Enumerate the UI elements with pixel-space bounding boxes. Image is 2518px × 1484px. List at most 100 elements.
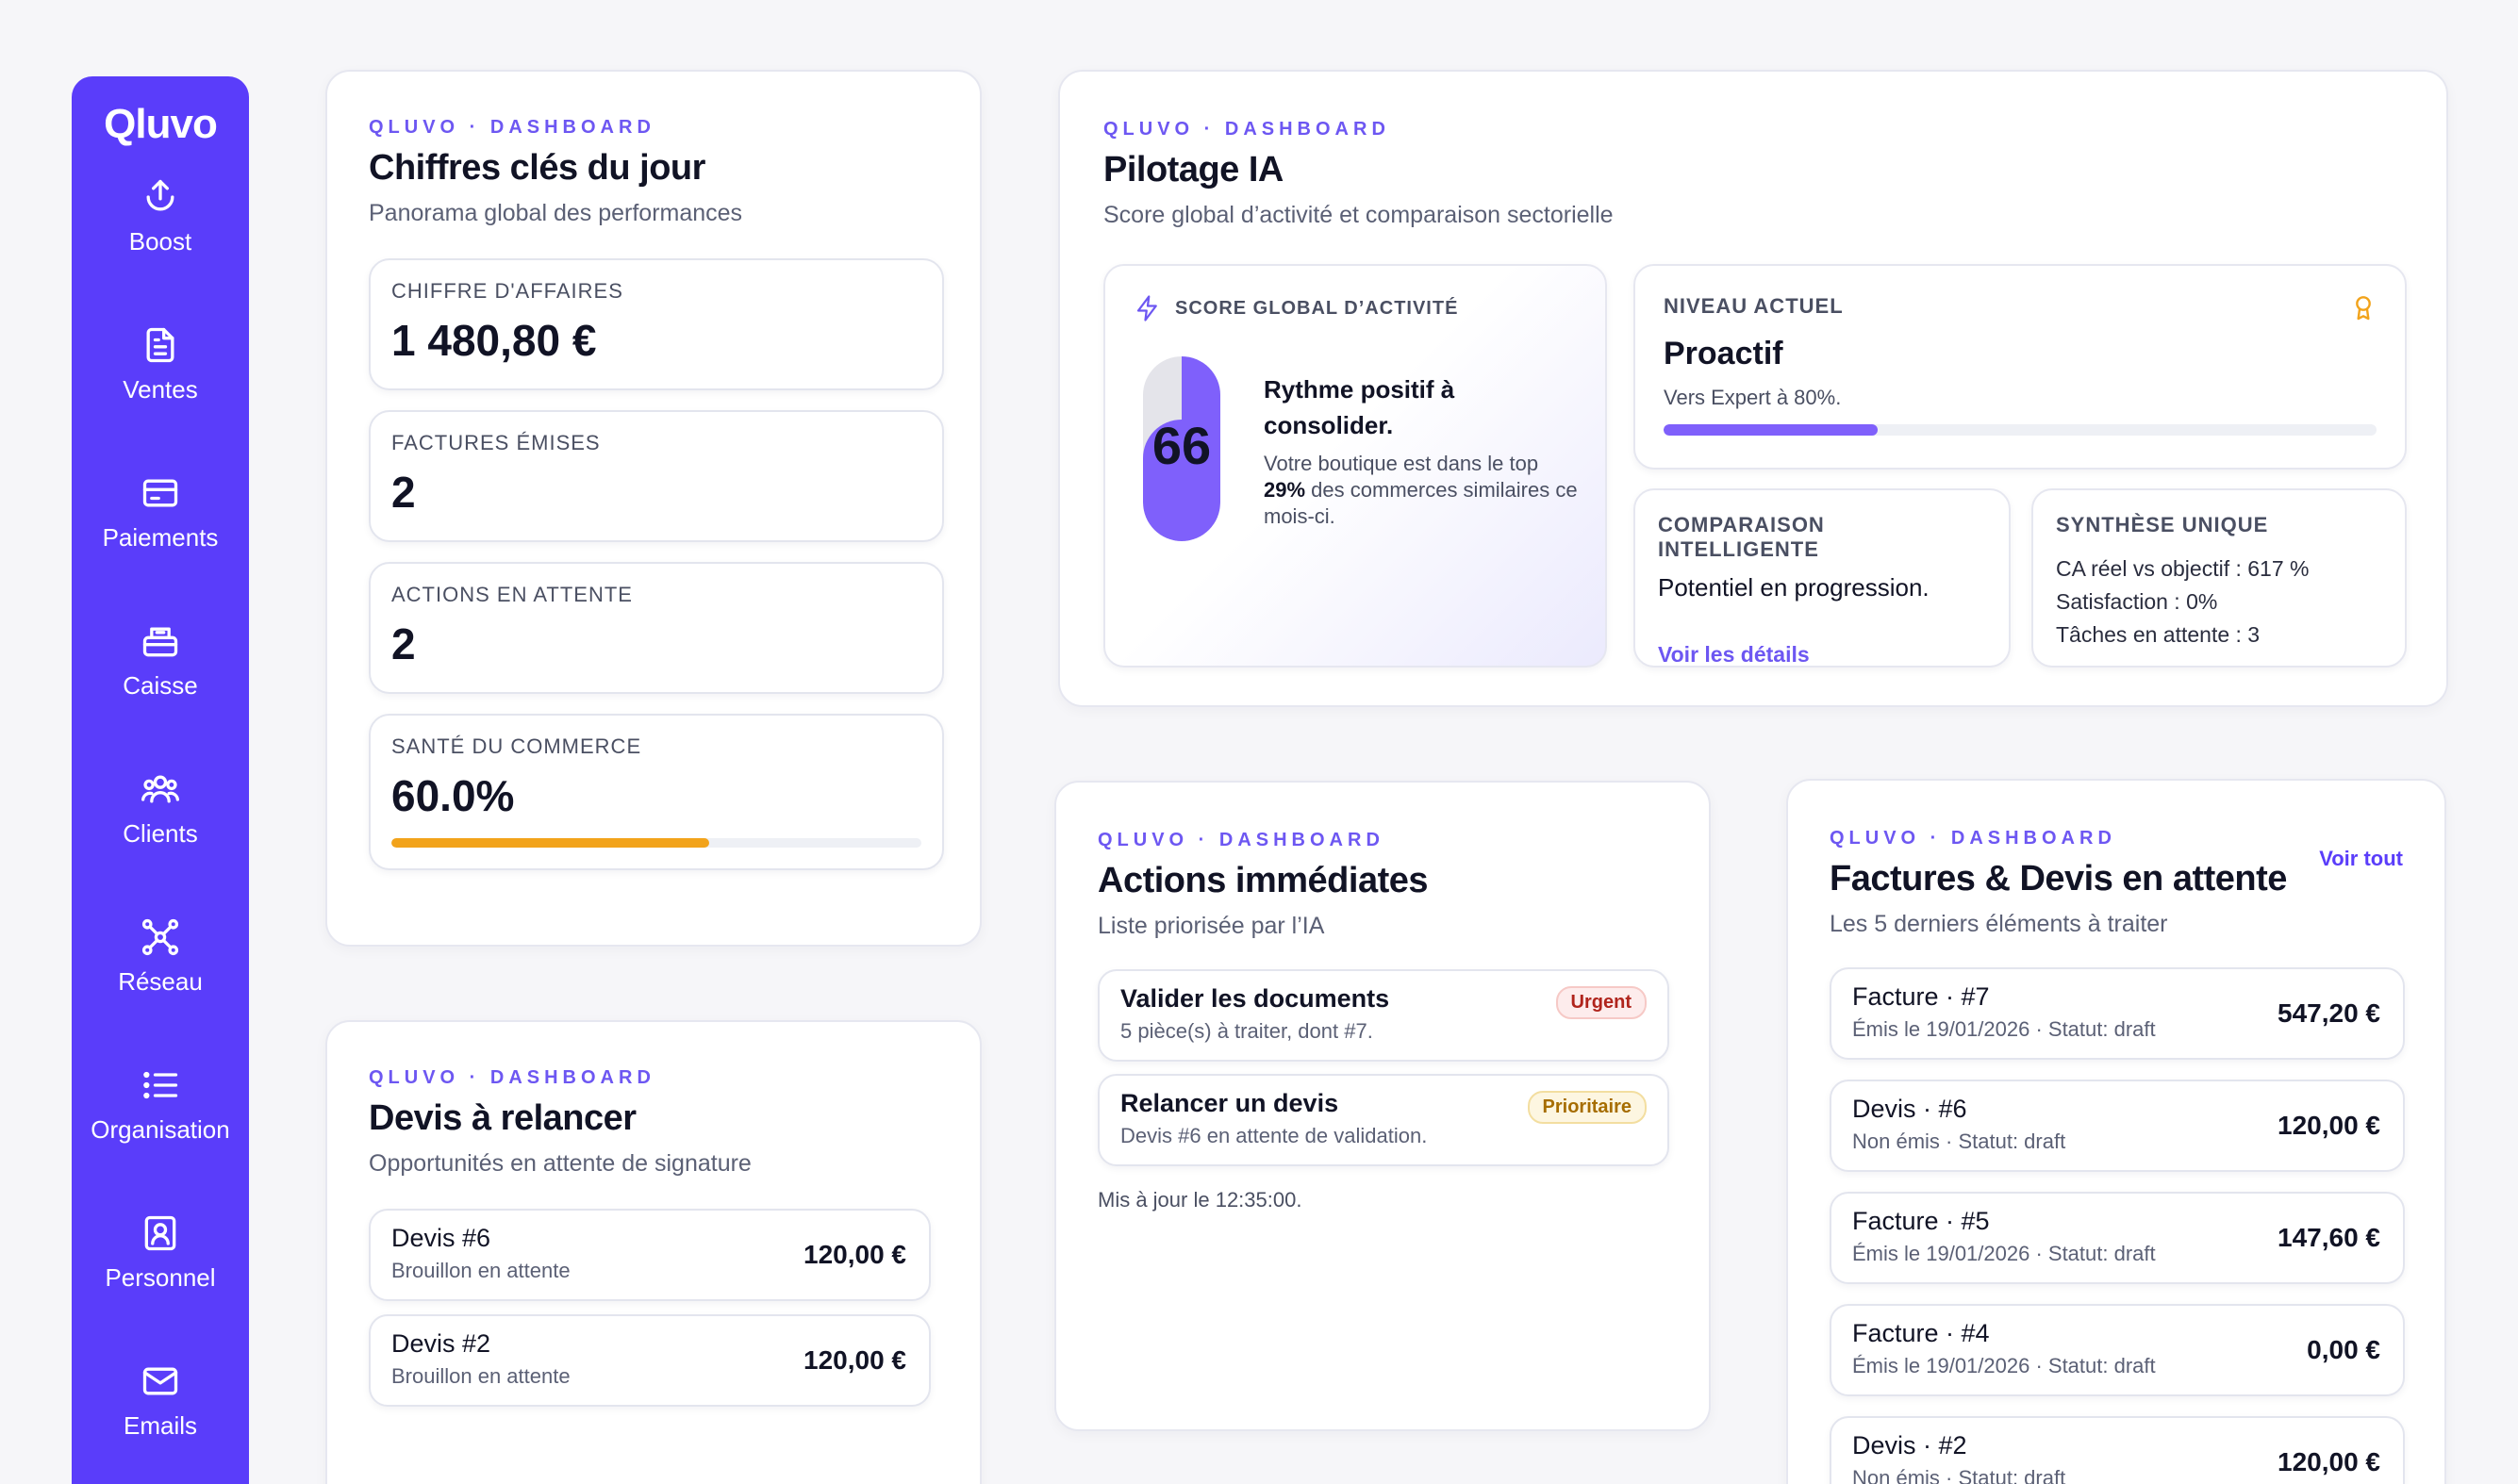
card-kicker: QLUVO · DASHBOARD xyxy=(1098,830,1384,850)
lightning-icon xyxy=(1136,295,1157,322)
row-amount: 147,60 € xyxy=(2278,1223,2380,1252)
card-title: Devis à relancer xyxy=(369,1098,637,1138)
updated-text: Mis à jour le 12:35:00. xyxy=(1098,1188,1302,1212)
urgent-badge: Urgent xyxy=(1555,986,1647,1019)
sidebar-item-organisation[interactable]: Organisation xyxy=(72,1064,249,1145)
sidebar-item-label: Ventes xyxy=(123,375,198,404)
logo: Qluvo xyxy=(104,101,218,147)
card-kicker: QLUVO · DASHBOARD xyxy=(369,1067,655,1088)
sidebar-item-label: Paiements xyxy=(102,523,219,552)
kpi-actions-attente: ACTIONS EN ATTENTE 2 xyxy=(369,562,944,694)
card-subtitle: Score global d’activité et comparaison s… xyxy=(1103,202,1614,228)
card-kicker: QLUVO · DASHBOARD xyxy=(1830,828,2116,849)
credit-card-icon xyxy=(142,479,178,507)
sidebar-item-personnel[interactable]: Personnel xyxy=(72,1212,249,1293)
comparaison-card: COMPARAISON INTELLIGENTE Potentiel en pr… xyxy=(1633,488,2011,668)
mail-icon xyxy=(142,1367,178,1395)
synthese-card: SYNTHÈSE UNIQUE CA réel vs objectif : 61… xyxy=(2031,488,2407,668)
sidebar-item-boost[interactable]: Boost xyxy=(72,176,249,256)
list-icon xyxy=(143,1071,178,1099)
priority-badge: Prioritaire xyxy=(1527,1091,1647,1124)
devis-row[interactable]: Devis #2 Brouillon en attente 120,00 € xyxy=(369,1314,931,1407)
sidebar-item-clients[interactable]: Clients xyxy=(72,768,249,849)
row-amount: 120,00 € xyxy=(2278,1111,2380,1140)
devis-row[interactable]: Devis #6 Brouillon en attente 120,00 € xyxy=(369,1209,931,1301)
facture-row[interactable]: Facture · #7 Émis le 19/01/2026 · Statut… xyxy=(1830,967,2405,1060)
pilotage-card: QLUVO · DASHBOARD Pilotage IA Score glob… xyxy=(1058,70,2448,707)
niveau-progress-track xyxy=(1664,424,2377,436)
sidebar-item-label: Réseau xyxy=(118,967,203,996)
card-subtitle: Panorama global des performances xyxy=(369,200,743,226)
award-icon xyxy=(2356,296,2371,321)
boost-icon xyxy=(146,179,174,211)
network-icon xyxy=(141,918,179,956)
card-subtitle: Opportunités en attente de signature xyxy=(369,1150,752,1177)
score-headline: Rythme positif à consolider. xyxy=(1264,375,1455,439)
kpi-value: 2 xyxy=(391,619,416,668)
row-amount: 0,00 € xyxy=(2307,1335,2380,1364)
row-amount: 547,20 € xyxy=(2278,998,2380,1028)
synthese-label: SYNTHÈSE UNIQUE xyxy=(2056,513,2269,536)
synthese-line: Satisfaction : 0% xyxy=(2056,589,2218,614)
score-label: SCORE GLOBAL D’ACTIVITÉ xyxy=(1175,297,1459,319)
kpi-factures-emises: FACTURES ÉMISES 2 xyxy=(369,410,944,542)
voir-tout-link[interactable]: Voir tout xyxy=(2319,847,2403,871)
sidebar-item-ventes[interactable]: Ventes xyxy=(72,324,249,404)
sidebar-item-label: Clients xyxy=(123,819,198,848)
niveau-label: NIVEAU ACTUEL xyxy=(1664,294,1844,318)
factures-card: QLUVO · DASHBOARD Factures & Devis en at… xyxy=(1786,779,2446,1484)
score-desc: Votre boutique est dans le top 29% des c… xyxy=(1264,452,1578,528)
sidebar: Qluvo Boost Ventes Paiements Caisse Clie… xyxy=(72,76,249,1484)
sidebar-item-label: Emails xyxy=(123,1411,197,1440)
niveau-desc: Vers Expert à 80%. xyxy=(1664,386,1842,409)
users-icon xyxy=(141,775,179,803)
id-badge-icon xyxy=(144,1215,176,1251)
sidebar-item-caisse[interactable]: Caisse xyxy=(72,620,249,701)
facture-row[interactable]: Devis · #6 Non émis · Statut: draft 120,… xyxy=(1830,1080,2405,1172)
row-desc: Devis #6 en attente de validation. xyxy=(1120,1124,1428,1147)
niveau-value: Proactif xyxy=(1664,336,1783,371)
kpi-sante-commerce: SANTÉ DU COMMERCE 60.0% xyxy=(369,714,944,870)
sidebar-item-label: Caisse xyxy=(123,671,198,700)
niveau-card: NIVEAU ACTUEL Proactif Vers Expert à 80%… xyxy=(1633,264,2407,470)
row-desc: 5 pièce(s) à traiter, dont #7. xyxy=(1120,1019,1373,1043)
score-card: SCORE GLOBAL D’ACTIVITÉ 66 Rythme positi… xyxy=(1103,264,1607,668)
sidebar-item-label: Personnel xyxy=(105,1263,216,1292)
kpi-label: SANTÉ DU COMMERCE xyxy=(391,734,642,758)
comparaison-text: Potentiel en progression. xyxy=(1658,573,1930,602)
card-title: Actions immédiates xyxy=(1098,861,1429,900)
sidebar-item-label: Organisation xyxy=(91,1115,230,1144)
row-amount: 120,00 € xyxy=(2278,1447,2380,1476)
card-title: Pilotage IA xyxy=(1103,150,1284,190)
kpi-label: ACTIONS EN ATTENTE xyxy=(391,583,633,606)
facture-row[interactable]: Facture · #5 Émis le 19/01/2026 · Statut… xyxy=(1830,1192,2405,1284)
card-title: Chiffres clés du jour xyxy=(369,148,705,188)
health-progress-fill xyxy=(391,838,710,848)
card-subtitle: Liste priorisée par l’IA xyxy=(1098,913,1325,939)
facture-row[interactable]: Facture · #4 Émis le 19/01/2026 · Statut… xyxy=(1830,1304,2405,1396)
sidebar-item-reseau[interactable]: Réseau xyxy=(72,916,249,997)
synthese-line: Tâches en attente : 3 xyxy=(2056,622,2261,647)
register-icon xyxy=(142,627,178,657)
row-amount: 120,00 € xyxy=(803,1240,906,1269)
row-desc: Émis le 19/01/2026 · Statut: draft xyxy=(1852,1354,2156,1377)
row-amount: 120,00 € xyxy=(803,1345,906,1375)
score-value: 66 xyxy=(1151,416,1212,475)
health-progress-track xyxy=(391,838,921,848)
voir-details-link[interactable]: Voir les détails xyxy=(1658,642,1986,668)
action-row[interactable]: Valider les documents 5 pièce(s) à trait… xyxy=(1098,969,1669,1062)
sidebar-item-paiements[interactable]: Paiements xyxy=(72,472,249,552)
sidebar-item-label: Boost xyxy=(128,227,192,256)
kpi-value: 60.0% xyxy=(391,771,515,820)
kpi-chiffre-affaires: CHIFFRE D'AFFAIRES 1 480,80 € xyxy=(369,258,944,390)
sidebar-item-emails[interactable]: Emails xyxy=(72,1360,249,1441)
devis-card: QLUVO · DASHBOARD Devis à relancer Oppor… xyxy=(325,1020,982,1484)
synthese-line: CA réel vs objectif : 617 % xyxy=(2056,556,2310,581)
row-title: Facture · #4 xyxy=(1852,1319,1990,1347)
card-kicker: QLUVO · DASHBOARD xyxy=(369,117,655,138)
kpi-value: 1 480,80 € xyxy=(391,316,597,365)
facture-row[interactable]: Devis · #2 Non émis · Statut: draft 120,… xyxy=(1830,1416,2405,1484)
action-row[interactable]: Relancer un devis Devis #6 en attente de… xyxy=(1098,1074,1669,1166)
niveau-progress-fill xyxy=(1664,424,1878,436)
card-kicker: QLUVO · DASHBOARD xyxy=(1103,119,1390,140)
